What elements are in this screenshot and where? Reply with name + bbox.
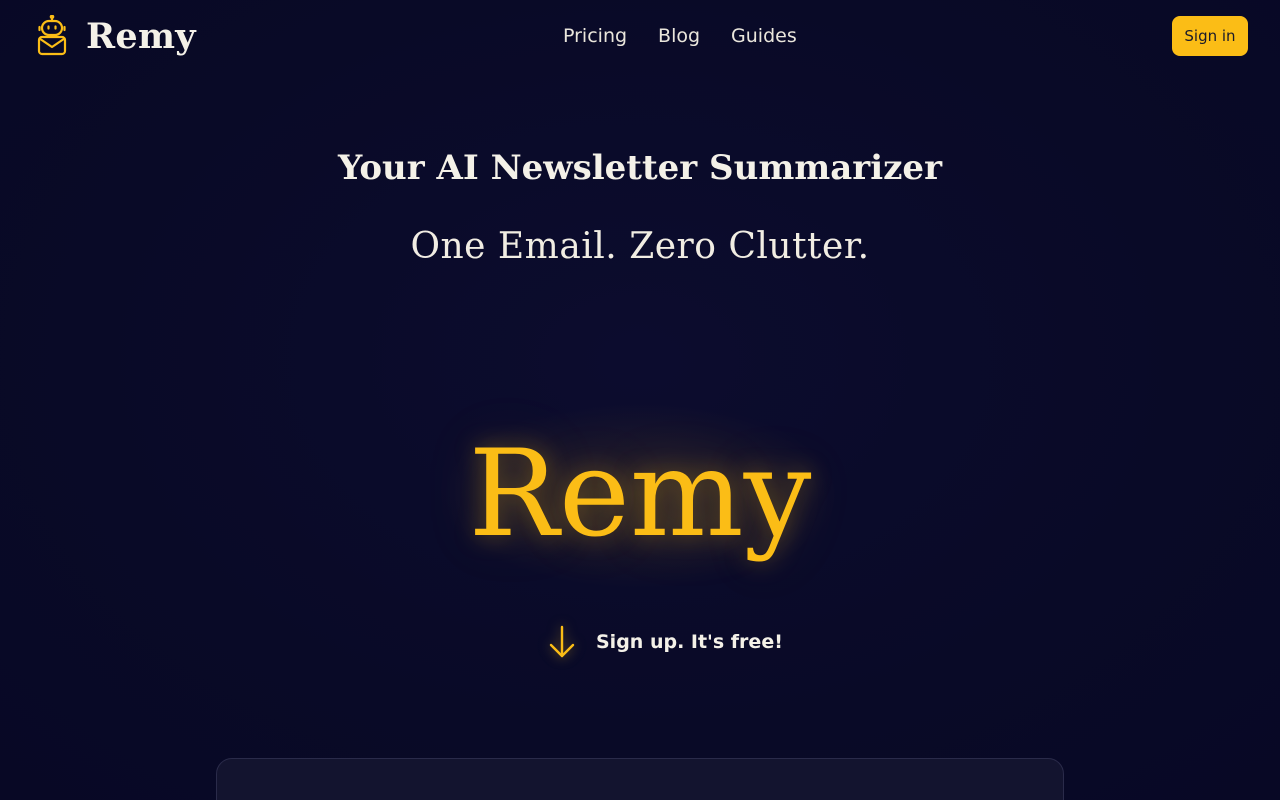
signup-cta-label: Sign up. It's free!: [596, 631, 783, 653]
brand-name: Remy: [86, 15, 196, 57]
nav-link-pricing[interactable]: Pricing: [563, 25, 627, 47]
brand-logo-link[interactable]: Remy: [36, 14, 196, 58]
arrow-down-icon: [549, 625, 575, 658]
signup-cta[interactable]: Sign up. It's free!: [546, 624, 783, 660]
main-nav: Pricing Blog Guides: [563, 22, 797, 50]
hero-subtitle: One Email. Zero Clutter.: [410, 226, 870, 267]
nav-link-blog[interactable]: Blog: [658, 25, 700, 47]
sign-in-button[interactable]: Sign in: [1172, 16, 1248, 56]
hero-title: Your AI Newsletter Summarizer: [338, 148, 942, 188]
site-header: Remy Pricing Blog Guides Sign in: [0, 0, 1280, 72]
robot-mail-icon: [37, 15, 67, 56]
signup-card: [216, 758, 1064, 800]
nav-link-guides[interactable]: Guides: [731, 25, 797, 47]
hero-brand-wordmark: Remy: [468, 425, 812, 564]
